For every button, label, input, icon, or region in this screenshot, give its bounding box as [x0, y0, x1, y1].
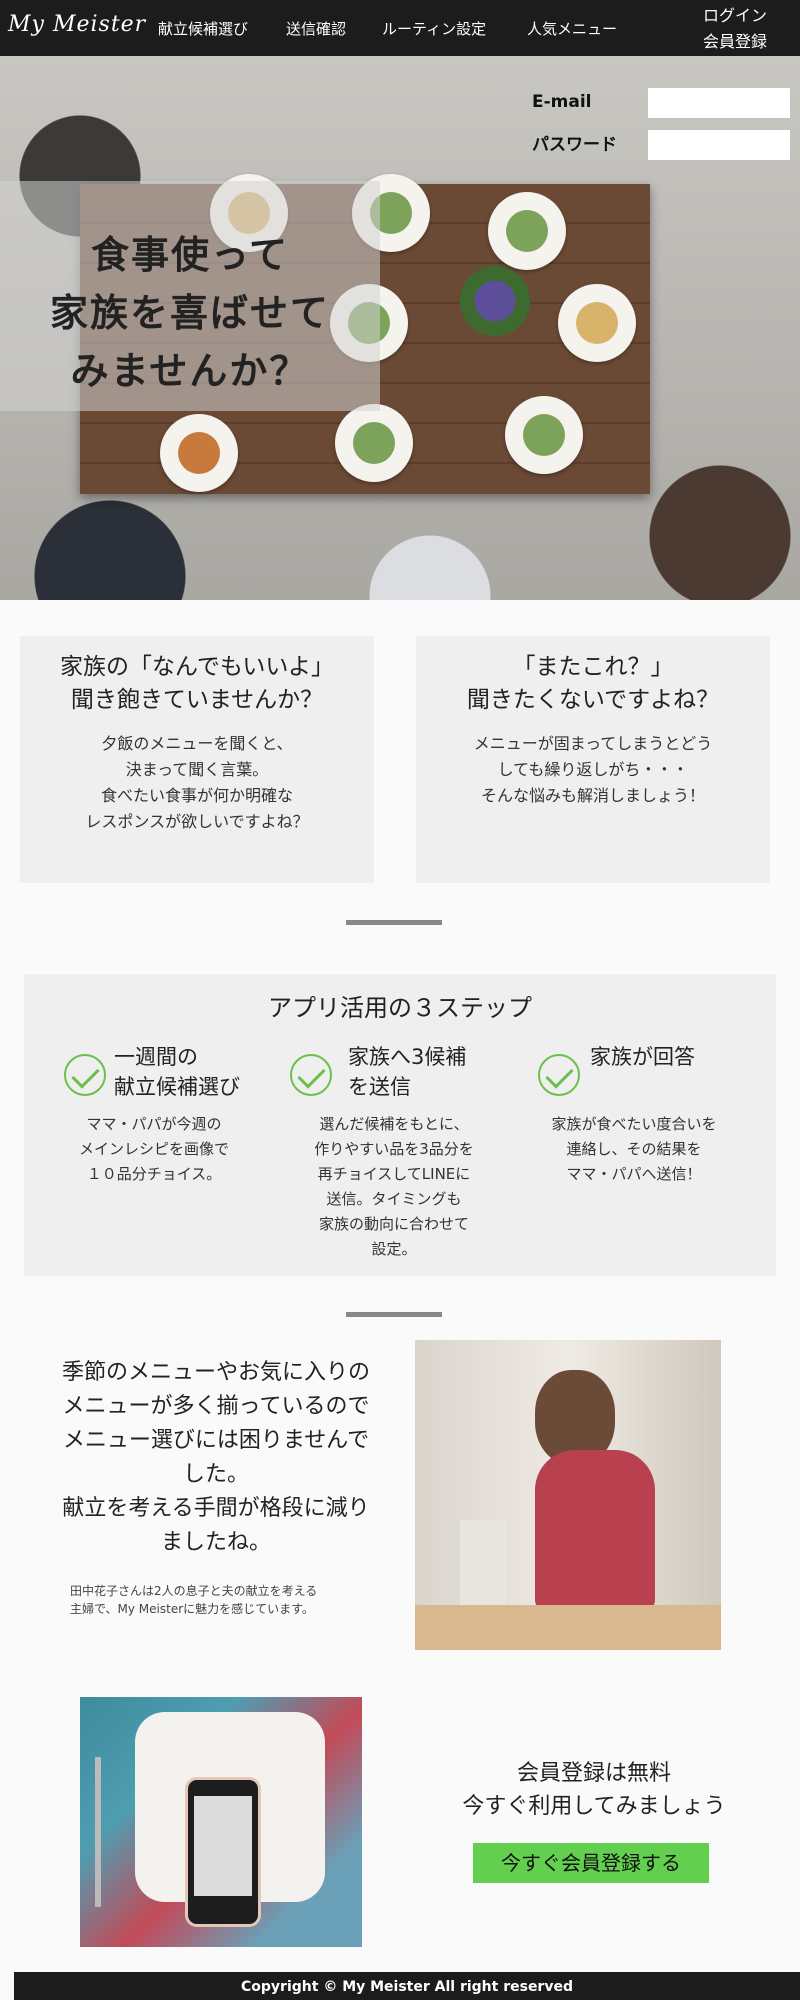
section-divider	[346, 1312, 442, 1317]
nav-menu-candidates[interactable]: 献立候補選び	[158, 18, 248, 39]
section-divider	[346, 920, 442, 925]
problem-card-title: 家族の「なんでもいいよ」 聞き飽きていませんか？	[60, 654, 334, 713]
login-link[interactable]: ログイン	[690, 3, 780, 29]
flower-vase-image	[460, 266, 530, 336]
auth-links: ログイン 会員登録	[690, 3, 780, 55]
hero-headline-line-1: 食事使って	[90, 232, 290, 277]
problem-card-1: 家族の「なんでもいいよ」 聞き飽きていませんか？ 夕飯のメニューを聞くと、 決ま…	[20, 636, 374, 883]
password-field[interactable]	[648, 130, 790, 160]
footer-copyright: Copyright © My Meister All right reserve…	[14, 1972, 800, 2000]
steps-section: アプリ活用の３ステップ 一週間の 献立候補選び ママ・パパが今週の メインレシピ…	[24, 974, 776, 1276]
step-2-title: 家族へ3候補 を送信	[348, 1045, 467, 1099]
hero-section: 食事使って 家族を喜ばせて みませんか？ E-mail パスワード	[0, 56, 800, 600]
hero-headline-line-3: みませんか？	[70, 348, 310, 393]
check-circle-icon	[64, 1054, 106, 1096]
woman-cooking-photo	[415, 1340, 721, 1650]
phone-food-photo	[80, 1697, 362, 1947]
nav-send-confirm[interactable]: 送信確認	[286, 18, 346, 39]
check-circle-icon	[538, 1054, 580, 1096]
step-1-title: 一週間の 献立候補選び	[114, 1045, 240, 1099]
step-2-desc: 選んだ候補をもとに、 作りやすい品を3品分を 再チョイスしてLINEに 送信。タ…	[314, 1115, 474, 1258]
site-header: My Meister 献立候補選び 送信確認 ルーティン設定 人気メニュー ログ…	[0, 0, 800, 56]
problem-card-title: 「またこれ？」 聞きたくないですよね？	[466, 654, 720, 713]
testimonial-note: 田中花子さんは2人の息子と夫の献立を考える 主婦で、My Meisterに魅力を…	[70, 1584, 318, 1616]
step-1-desc: ママ・パパが今週の メインレシピを画像で １０品分チョイス。	[78, 1115, 229, 1183]
hero-headline-line-2: 家族を喜ばせて	[49, 290, 330, 335]
email-label: E-mail	[532, 92, 592, 112]
step-3-desc: 家族が食べたい度合いを 連絡し、その結果を ママ・パパへ送信！	[551, 1115, 717, 1183]
problem-card-2: 「またこれ？」 聞きたくないですよね？ メニューが固まってしまうとどう しても繰…	[416, 636, 770, 883]
cta-text: 会員登録は無料 今すぐ利用してみましょう	[462, 1761, 726, 1819]
steps-title: アプリ活用の３ステップ	[268, 994, 532, 1022]
register-now-button[interactable]: 今すぐ会員登録する	[473, 1843, 709, 1883]
register-link[interactable]: 会員登録	[690, 29, 780, 55]
hero-headline: 食事使って 家族を喜ばせて みませんか？	[0, 226, 380, 400]
email-field[interactable]	[648, 88, 790, 118]
problem-card-body: 夕飯のメニューを聞くと、 決まって聞く言葉。 食べたい食事が何か明確な レスポン…	[85, 734, 309, 831]
check-circle-icon	[290, 1054, 332, 1096]
password-label: パスワード	[532, 135, 617, 155]
testimonial-quote: 季節のメニューやお気に入りのメニューが多く揃っているのでメニュー選びには困りませ…	[61, 1360, 370, 1555]
problem-card-body: メニューが固まってしまうとどう しても繰り返しがち・・・ そんな悩みも解消しまし…	[473, 734, 713, 805]
nav-routine-settings[interactable]: ルーティン設定	[382, 18, 486, 39]
logo[interactable]: My Meister	[8, 12, 146, 37]
nav-popular-menu[interactable]: 人気メニュー	[527, 18, 617, 39]
step-3-title: 家族が回答	[590, 1045, 695, 1069]
